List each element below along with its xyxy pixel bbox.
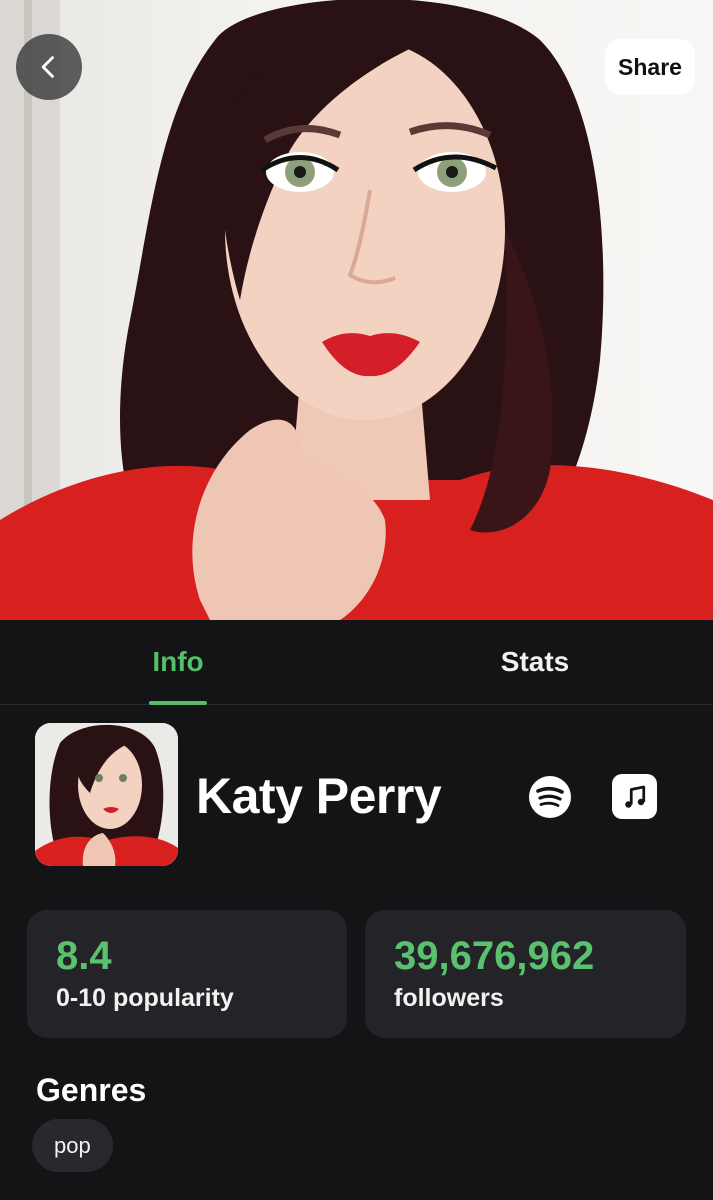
tab-bar: Info Stats	[0, 620, 713, 705]
spotify-icon[interactable]	[528, 775, 572, 819]
artist-thumbnail	[35, 723, 178, 866]
chevron-left-icon	[41, 56, 54, 78]
followers-card: 39,676,962 followers	[365, 910, 686, 1038]
artist-avatar	[35, 723, 178, 866]
popularity-label: 0-10 popularity	[56, 984, 234, 1012]
genre-chip[interactable]: pop	[32, 1119, 113, 1172]
share-button[interactable]: Share	[605, 39, 695, 95]
artist-name: Katy Perry	[196, 768, 442, 824]
tab-info[interactable]: Info	[0, 620, 356, 704]
genres-heading: Genres	[36, 1072, 147, 1108]
tab-stats[interactable]: Stats	[357, 620, 713, 704]
back-button[interactable]	[16, 34, 82, 100]
music-note-icon	[624, 785, 645, 808]
followers-value: 39,676,962	[394, 934, 595, 978]
popularity-card: 8.4 0-10 popularity	[27, 910, 347, 1038]
apple-music-icon[interactable]	[612, 774, 657, 819]
followers-label: followers	[394, 984, 504, 1012]
artist-header: Katy Perry	[0, 705, 713, 885]
artist-hero-photo: Share	[0, 0, 713, 620]
portrait-illustration	[0, 0, 713, 620]
popularity-value: 8.4	[56, 934, 112, 978]
